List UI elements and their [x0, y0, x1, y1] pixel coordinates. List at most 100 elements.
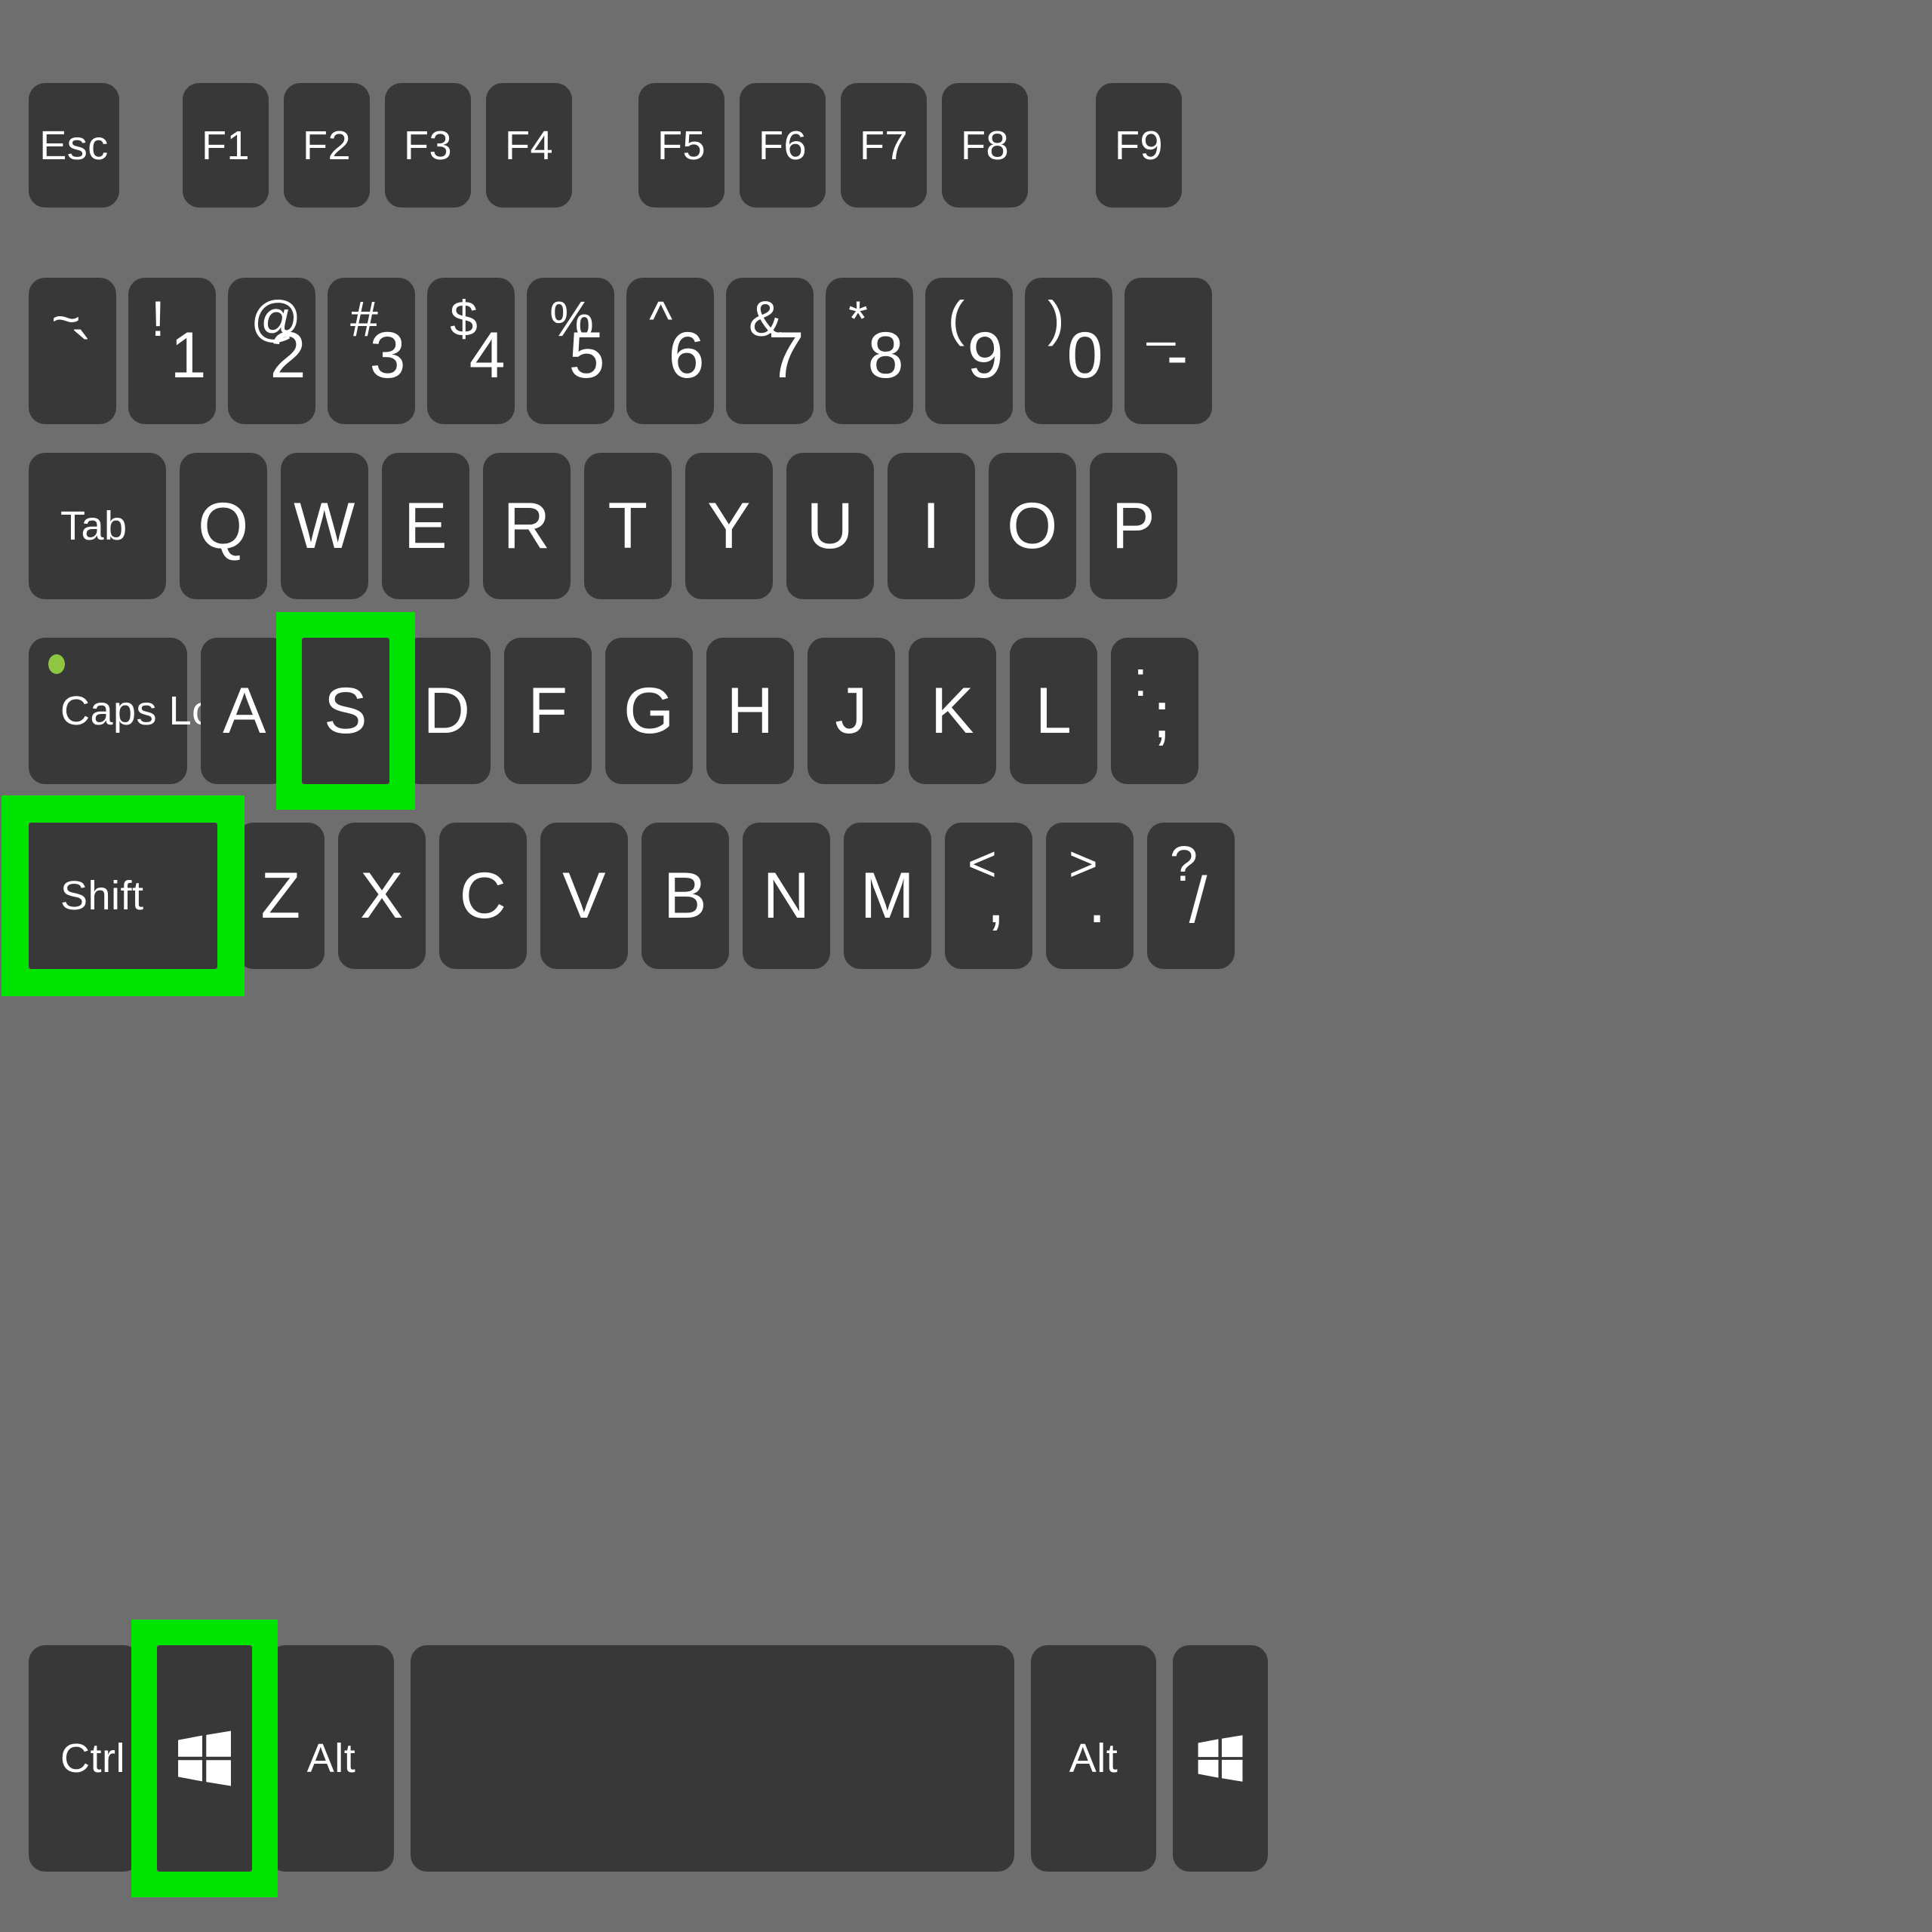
key-f2[interactable]: F2: [284, 83, 370, 208]
key-esc[interactable]: Esc: [29, 83, 119, 208]
key-k[interactable]: K: [909, 638, 996, 784]
key-9[interactable]: ( 9: [925, 278, 1013, 424]
key-shift-label: Shift: [60, 873, 144, 918]
key-f9[interactable]: F9: [1096, 83, 1182, 208]
key-f5[interactable]: F5: [638, 83, 724, 208]
key-d-legend: D: [423, 675, 471, 747]
key-f6[interactable]: F6: [740, 83, 826, 208]
key-u[interactable]: U: [786, 453, 874, 599]
key-b[interactable]: B: [641, 823, 729, 969]
key-f3[interactable]: F3: [385, 83, 471, 208]
key-slash[interactable]: ? /: [1147, 823, 1235, 969]
key-windows-left[interactable]: [157, 1645, 252, 1872]
key-f[interactable]: F: [504, 638, 592, 784]
key-o-legend: O: [1007, 490, 1058, 562]
key-f5-label: F5: [657, 122, 706, 168]
key-tab[interactable]: Tab: [29, 453, 166, 599]
key-w[interactable]: W: [281, 453, 368, 599]
key-semicolon[interactable]: : ;: [1111, 638, 1198, 784]
number-row: ~ ` ! 1 @ 2 # 3 $ 4 % 5 ^ 6 & 7 * 8 (9 …: [29, 278, 1212, 424]
key-0[interactable]: ) 0: [1025, 278, 1112, 424]
key-e[interactable]: E: [382, 453, 469, 599]
key-5-base-legend: 5: [568, 319, 606, 392]
key-p[interactable]: P: [1090, 453, 1177, 599]
key-q[interactable]: Q: [180, 453, 267, 599]
key-f3-label: F3: [403, 122, 453, 168]
key-2[interactable]: @ 2: [228, 278, 315, 424]
key-g[interactable]: G: [605, 638, 693, 784]
key-2-base-legend: 2: [269, 319, 307, 392]
key-1[interactable]: ! 1: [128, 278, 216, 424]
key-alt-right[interactable]: Alt: [1031, 1645, 1156, 1872]
key-y-legend: Y: [707, 490, 751, 562]
bottom-letter-row: Shift Z X C V B N M < , > . ? /: [29, 823, 1235, 969]
key-0-shift-legend: ): [1048, 291, 1065, 347]
key-f2-label: F2: [302, 122, 352, 168]
key-3-base-legend: 3: [369, 319, 407, 392]
key-l-legend: L: [1035, 675, 1072, 747]
key-s[interactable]: S: [302, 638, 389, 784]
key-9-base-legend: 9: [967, 319, 1004, 392]
key-t[interactable]: T: [584, 453, 672, 599]
windows-logo-icon: [178, 1730, 231, 1786]
key-n-legend: N: [762, 860, 811, 932]
key-period[interactable]: > .: [1046, 823, 1134, 969]
key-minus-base-legend: -: [1166, 319, 1189, 392]
key-semicolon-base-legend: ;: [1152, 679, 1172, 752]
key-z-legend: Z: [260, 860, 301, 932]
key-j[interactable]: J: [808, 638, 895, 784]
key-i[interactable]: I: [888, 453, 975, 599]
key-alt-left[interactable]: Alt: [269, 1645, 394, 1872]
key-semicolon-shift-legend: :: [1134, 651, 1148, 707]
key-7-base-legend: 7: [768, 319, 805, 392]
key-3[interactable]: # 3: [328, 278, 415, 424]
key-minus[interactable]: _ -: [1124, 278, 1212, 424]
key-7[interactable]: & 7: [726, 278, 814, 424]
key-8[interactable]: * 8: [826, 278, 913, 424]
key-w-legend: W: [294, 490, 355, 562]
key-h-legend: H: [726, 675, 774, 747]
key-f4[interactable]: F4: [486, 83, 572, 208]
key-1-base-legend: 1: [170, 319, 208, 392]
key-caps-lock[interactable]: Caps Lock: [29, 638, 256, 784]
key-comma[interactable]: < ,: [945, 823, 1032, 969]
key-f7-label: F7: [859, 122, 909, 168]
key-h[interactable]: H: [706, 638, 794, 784]
key-f8[interactable]: F8: [942, 83, 1028, 208]
key-n[interactable]: N: [743, 823, 830, 969]
key-l[interactable]: L: [1010, 638, 1097, 784]
key-m[interactable]: M: [844, 823, 931, 969]
key-space[interactable]: [411, 1645, 1014, 1872]
key-esc-label: Esc: [39, 122, 109, 168]
key-windows-right[interactable]: [1173, 1645, 1268, 1872]
key-r[interactable]: R: [483, 453, 571, 599]
key-o[interactable]: O: [989, 453, 1076, 599]
key-a[interactable]: A: [201, 638, 288, 784]
key-tab-label: Tab: [60, 503, 128, 549]
key-backtick[interactable]: ~ `: [29, 278, 116, 424]
windows-logo-icon: [1198, 1735, 1243, 1782]
key-f7[interactable]: F7: [841, 83, 927, 208]
key-d[interactable]: D: [403, 638, 491, 784]
key-6[interactable]: ^ 6: [626, 278, 714, 424]
key-v[interactable]: V: [540, 823, 628, 969]
key-8-shift-legend: *: [848, 291, 869, 347]
key-alt-left-label: Alt: [306, 1736, 356, 1781]
key-1-shift-legend: !: [151, 291, 165, 347]
key-f1[interactable]: F1: [183, 83, 269, 208]
key-f4-label: F4: [504, 122, 554, 168]
key-c[interactable]: C: [439, 823, 527, 969]
key-shift[interactable]: Shift: [29, 823, 217, 969]
key-p-legend: P: [1112, 490, 1155, 562]
key-z[interactable]: Z: [237, 823, 325, 969]
key-y[interactable]: Y: [685, 453, 773, 599]
modifier-row: Ctrl Alt Alt: [29, 1645, 1268, 1872]
key-8-base-legend: 8: [867, 319, 905, 392]
key-4[interactable]: $ 4: [427, 278, 515, 424]
key-b-legend: B: [663, 860, 707, 932]
top-letter-row: Tab Q W E R T Y U I O P: [29, 453, 1177, 599]
key-5[interactable]: % 5: [527, 278, 614, 424]
key-comma-base-legend: ,: [986, 864, 1006, 937]
key-x[interactable]: X: [338, 823, 426, 969]
key-ctrl[interactable]: Ctrl: [29, 1645, 140, 1872]
